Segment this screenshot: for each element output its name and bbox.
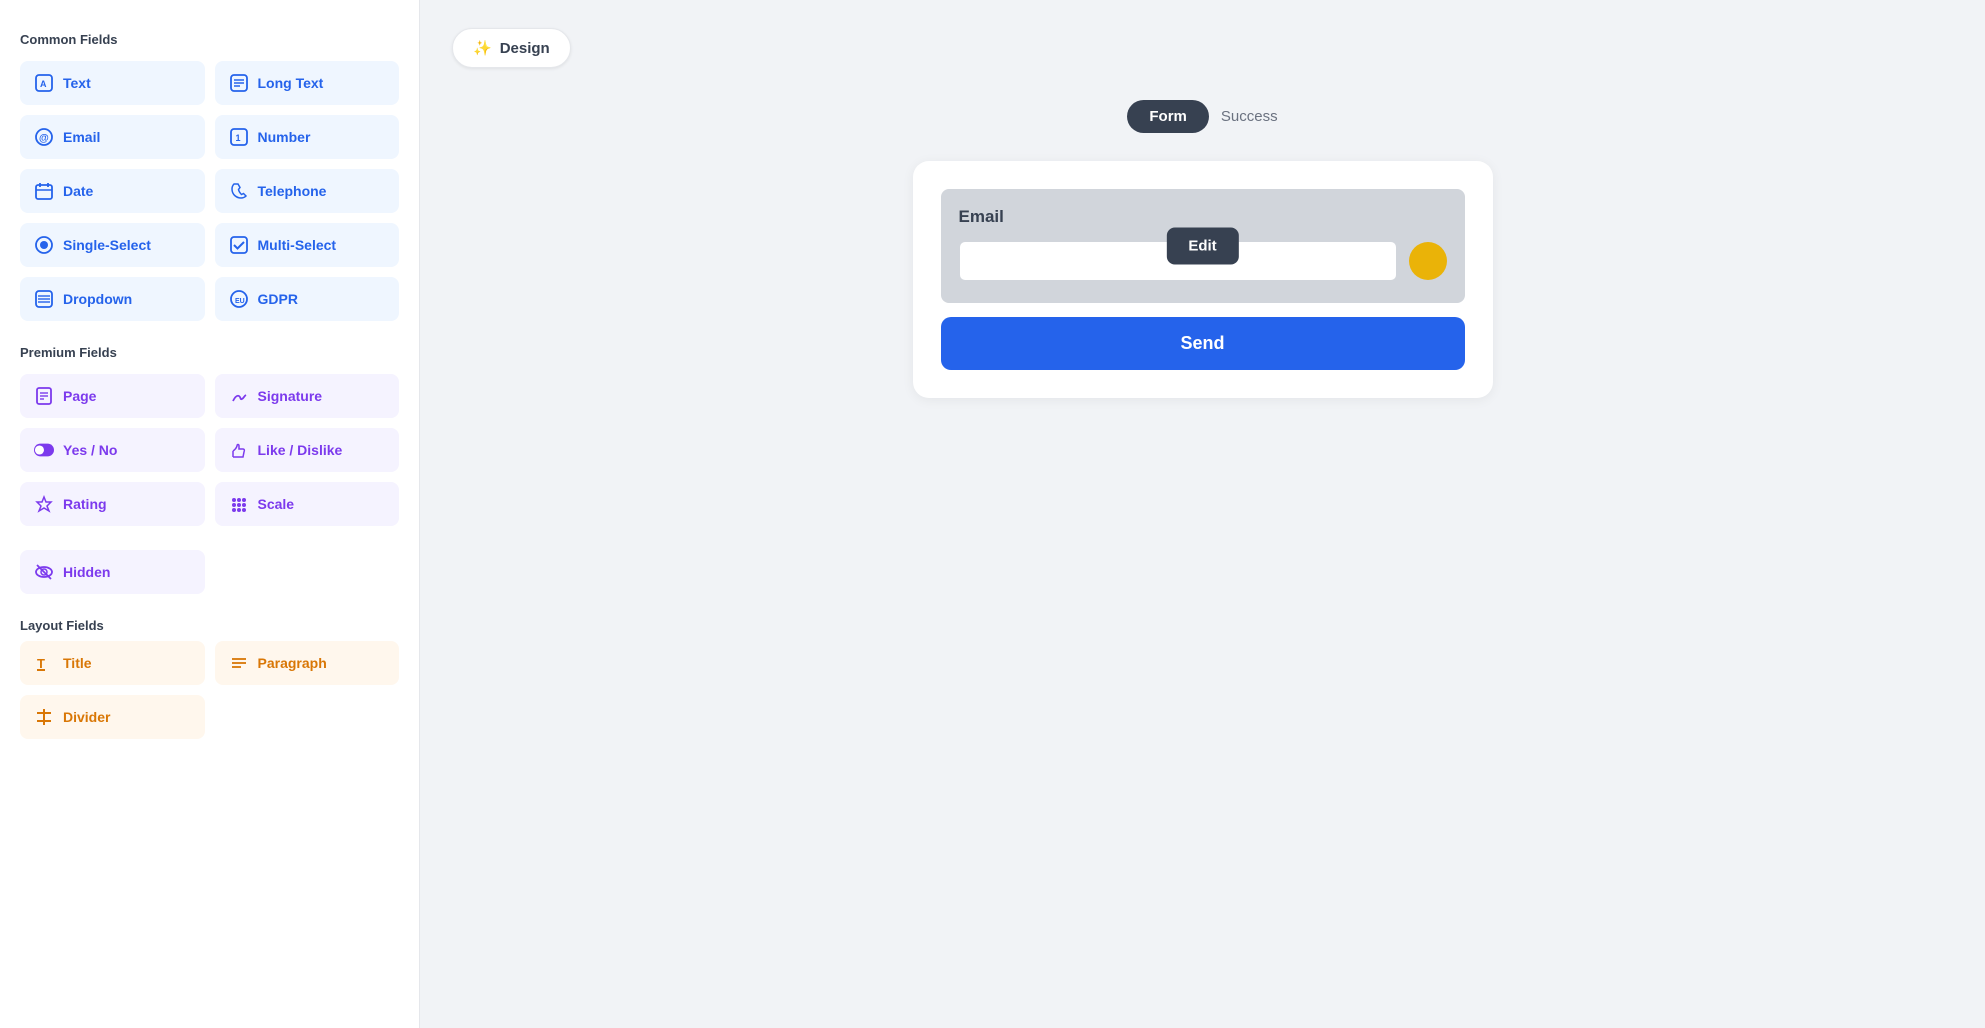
svg-text:@: @ [39, 133, 49, 144]
yellow-dot [1409, 242, 1447, 280]
title-icon: T [34, 653, 54, 673]
layout-fields-title: Layout Fields [20, 618, 399, 633]
number-icon: 1 [229, 127, 249, 147]
dropdown-icon [34, 289, 54, 309]
main-area: ✨ Design Form Success Email Edit Send [420, 0, 1985, 1028]
field-btn-single-select[interactable]: Single-Select [20, 223, 205, 267]
field-btn-like-dislike[interactable]: Like / Dislike [215, 428, 400, 472]
svg-text:T: T [37, 656, 45, 671]
field-btn-page[interactable]: Page [20, 374, 205, 418]
premium-fields-grid: Page Signature Yes / No Like / Dislike [20, 374, 399, 526]
email-field-block: Email Edit [941, 189, 1465, 303]
date-icon [34, 181, 54, 201]
email-icon: @ [34, 127, 54, 147]
field-btn-dropdown[interactable]: Dropdown [20, 277, 205, 321]
field-btn-telephone[interactable]: Telephone [215, 169, 400, 213]
yes-no-icon [34, 440, 54, 460]
field-btn-yes-no[interactable]: Yes / No [20, 428, 205, 472]
field-btn-number[interactable]: 1 Number [215, 115, 400, 159]
hidden-grid: Hidden [20, 550, 399, 594]
hidden-icon [34, 562, 54, 582]
design-icon: ✨ [473, 39, 492, 57]
scale-icon [229, 494, 249, 514]
field-btn-paragraph[interactable]: Paragraph [215, 641, 400, 685]
field-btn-title[interactable]: T Title [20, 641, 205, 685]
field-btn-gdpr[interactable]: EU GDPR [215, 277, 400, 321]
svg-text:EU: EU [235, 298, 245, 305]
page-icon [34, 386, 54, 406]
common-fields-title: Common Fields [20, 32, 399, 47]
field-btn-divider[interactable]: Divider [20, 695, 205, 739]
common-fields-grid: A Text Long Text @ Email 1 Number [20, 61, 399, 321]
send-button[interactable]: Send [941, 317, 1465, 370]
premium-fields-title: Premium Fields [20, 345, 399, 360]
tab-success[interactable]: Success [1221, 108, 1278, 125]
edit-button[interactable]: Edit [1166, 228, 1238, 265]
paragraph-icon [229, 653, 249, 673]
rating-icon [34, 494, 54, 514]
field-btn-multi-select[interactable]: Multi-Select [215, 223, 400, 267]
text-icon: A [34, 73, 54, 93]
field-btn-text[interactable]: A Text [20, 61, 205, 105]
gdpr-icon: EU [229, 289, 249, 309]
form-preview-card: Email Edit Send [913, 161, 1493, 398]
field-btn-signature[interactable]: Signature [215, 374, 400, 418]
layout-fields-grid: T Title Paragraph Divider [20, 641, 399, 739]
field-btn-date[interactable]: Date [20, 169, 205, 213]
svg-text:A: A [40, 79, 47, 89]
design-button[interactable]: ✨ Design [452, 28, 571, 68]
field-btn-hidden[interactable]: Hidden [20, 550, 205, 594]
form-tabs: Form Success [452, 100, 1953, 133]
multi-select-icon [229, 235, 249, 255]
like-dislike-icon [229, 440, 249, 460]
tab-form[interactable]: Form [1127, 100, 1209, 133]
long-text-icon [229, 73, 249, 93]
field-btn-scale[interactable]: Scale [215, 482, 400, 526]
single-select-icon [34, 235, 54, 255]
divider-icon [34, 707, 54, 727]
email-field-label: Email [959, 207, 1447, 227]
field-btn-long-text[interactable]: Long Text [215, 61, 400, 105]
field-btn-rating[interactable]: Rating [20, 482, 205, 526]
signature-icon [229, 386, 249, 406]
telephone-icon [229, 181, 249, 201]
field-btn-email[interactable]: @ Email [20, 115, 205, 159]
sidebar: Common Fields A Text Long Text @ Email 1 [0, 0, 420, 1028]
svg-text:1: 1 [235, 133, 240, 143]
email-input-row: Edit [959, 241, 1447, 281]
